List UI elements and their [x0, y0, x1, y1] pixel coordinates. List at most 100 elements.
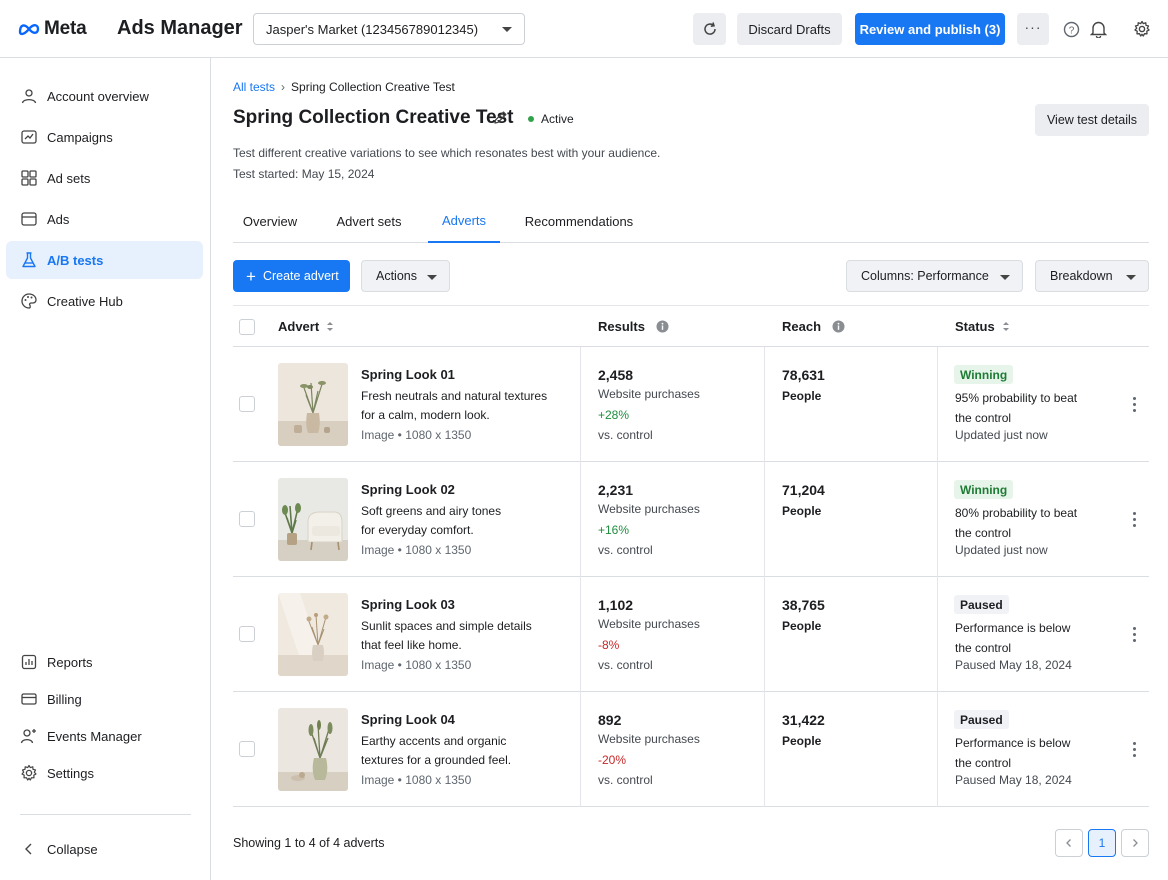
advert-thumbnail[interactable]	[278, 363, 348, 446]
column-reach[interactable]: Reach	[782, 319, 845, 334]
next-page-button[interactable]	[1121, 829, 1149, 857]
results-value: 1,102	[598, 597, 634, 613]
row-menu-button[interactable]	[1133, 742, 1137, 757]
sidebar-item-ad-sets[interactable]: Ad sets	[6, 159, 203, 197]
gear-icon	[1134, 20, 1150, 37]
sidebar-item-label: Reports	[47, 654, 93, 670]
breadcrumb-all-tests[interactable]: All tests	[233, 80, 275, 94]
palette-icon	[19, 292, 38, 311]
results-label: Website purchases	[598, 502, 700, 516]
advert-name[interactable]: Spring Look 01	[361, 367, 455, 382]
status-badge: Paused	[954, 595, 1009, 614]
table-row[interactable]: Spring Look 01 Fresh neutrals and natura…	[233, 347, 1149, 462]
status-timestamp: Updated just now	[955, 543, 1048, 557]
status-detail: Performance is below the control	[955, 736, 1071, 770]
gear-icon	[19, 764, 38, 783]
column-divider	[580, 692, 581, 807]
reach-label: People	[782, 504, 822, 518]
advert-thumbnail[interactable]	[278, 708, 348, 791]
reach-value: 31,422	[782, 712, 825, 728]
sidebar-item-campaigns[interactable]: Campaigns	[6, 118, 203, 156]
sidebar-item-reports[interactable]: Reports	[6, 643, 203, 681]
actions-dropdown[interactable]: Actions	[361, 260, 450, 292]
tab-overview[interactable]: Overview	[233, 200, 307, 243]
results-value: 2,458	[598, 367, 634, 383]
kebab-icon	[1133, 742, 1136, 745]
page-number-button[interactable]: 1	[1088, 829, 1116, 857]
advert-thumbnail[interactable]	[278, 593, 348, 676]
sidebar-item-label: Ad sets	[47, 170, 91, 186]
column-status[interactable]: Status	[955, 319, 1010, 334]
chevron-right-icon	[1133, 839, 1138, 847]
sidebar-item-settings[interactable]: Settings	[6, 754, 203, 792]
edit-title-button[interactable]	[493, 110, 508, 128]
help-icon: ?	[1063, 21, 1079, 37]
breadcrumb: All tests › Spring Collection Creative T…	[233, 80, 455, 94]
sidebar-item-label: Ads	[47, 211, 70, 227]
column-results[interactable]: Results	[598, 319, 669, 334]
sort-icon	[327, 322, 334, 331]
advert-name[interactable]: Spring Look 03	[361, 597, 455, 612]
discard-drafts-button[interactable]: Discard Drafts	[737, 13, 842, 45]
sidebar-item-billing[interactable]: Billing	[6, 680, 203, 718]
advert-thumbnail[interactable]	[278, 478, 348, 561]
chevron-down-icon	[1126, 275, 1136, 280]
top-bar: Meta Ads Manager Jasper's Market (123456…	[0, 0, 1168, 58]
billing-icon	[19, 690, 38, 709]
advert-name[interactable]: Spring Look 02	[361, 482, 455, 497]
meta-logo[interactable]: Meta	[18, 18, 87, 40]
table-row[interactable]: Spring Look 03 Sunlit spaces and simple …	[233, 577, 1149, 692]
columns-label: Columns: Performance	[861, 269, 989, 283]
row-menu-button[interactable]	[1133, 397, 1137, 412]
reach-value: 71,204	[782, 482, 825, 498]
previous-page-button[interactable]	[1055, 829, 1083, 857]
advert-name[interactable]: Spring Look 04	[361, 712, 455, 727]
review-publish-button[interactable]: Review and publish (3)	[855, 13, 1005, 45]
refresh-button[interactable]	[693, 13, 726, 45]
settings-button[interactable]	[1131, 18, 1153, 40]
row-checkbox[interactable]	[239, 626, 255, 642]
view-test-details-button[interactable]: View test details	[1035, 104, 1149, 136]
sidebar-item-ads[interactable]: Ads	[6, 200, 203, 238]
pencil-icon	[494, 111, 507, 124]
table-row[interactable]: Spring Look 02 Soft greens and airy tone…	[233, 462, 1149, 577]
status-badge: Winning	[954, 480, 1014, 499]
actions-label: Actions	[376, 269, 417, 283]
row-menu-button[interactable]	[1133, 512, 1137, 527]
sidebar-item-label: A/B tests	[47, 252, 104, 268]
account-name: Jasper's Market (123456789012345)	[266, 21, 479, 37]
tab-advert-sets[interactable]: Advert sets	[325, 200, 413, 243]
page-title: Spring Collection Creative Test	[233, 107, 514, 128]
bell-icon	[1089, 21, 1107, 38]
row-checkbox[interactable]	[239, 741, 255, 757]
row-checkbox[interactable]	[239, 396, 255, 412]
info-icon	[656, 320, 669, 333]
sidebar-item-creative-hub[interactable]: Creative Hub	[6, 282, 203, 320]
row-menu-button[interactable]	[1133, 627, 1137, 642]
more-options-button[interactable]: ···	[1017, 13, 1049, 45]
sidebar-item-label: Billing	[47, 691, 82, 707]
row-checkbox[interactable]	[239, 511, 255, 527]
collapse-button[interactable]: Collapse	[6, 830, 203, 868]
sidebar-item-account-overview[interactable]: Account overview	[6, 77, 203, 115]
breakdown-dropdown[interactable]: Breakdown	[1035, 260, 1149, 292]
select-all-checkbox[interactable]	[239, 319, 255, 335]
notifications-button[interactable]	[1087, 18, 1109, 40]
column-label: Reach	[782, 319, 822, 334]
sidebar-item-ab-tests[interactable]: A/B tests	[6, 241, 203, 279]
sidebar-item-events-manager[interactable]: Events Manager	[6, 717, 203, 755]
tab-recommendations[interactable]: Recommendations	[517, 200, 641, 243]
column-advert[interactable]: Advert	[278, 319, 334, 334]
create-advert-button[interactable]: + Create advert	[233, 260, 350, 292]
help-button[interactable]: ?	[1060, 18, 1082, 40]
column-label: Status	[955, 319, 995, 334]
create-advert-label: Create advert	[262, 269, 339, 283]
account-selector[interactable]: Jasper's Market (123456789012345)	[253, 13, 525, 45]
tab-adverts[interactable]: Adverts	[428, 200, 500, 243]
chevron-down-icon	[502, 27, 512, 32]
columns-dropdown[interactable]: Columns: Performance	[846, 260, 1023, 292]
status-indicator: Active	[528, 112, 574, 126]
results-delta: -8%	[598, 638, 620, 652]
table-row[interactable]: Spring Look 04 Earthy accents and organi…	[233, 692, 1149, 807]
chevron-right-icon: ›	[281, 80, 286, 94]
